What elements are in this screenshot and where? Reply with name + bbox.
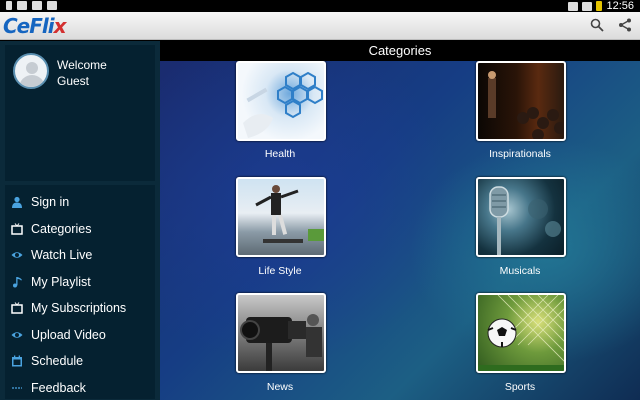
app-logo[interactable]: CeFlix	[3, 14, 67, 38]
music-note-icon	[11, 276, 23, 288]
usb-icon	[6, 1, 12, 10]
menu-item-my-subscriptions[interactable]: My Subscriptions	[5, 295, 155, 322]
menu-label: My Subscriptions	[31, 301, 127, 316]
eye-icon	[11, 249, 23, 261]
eye-icon	[11, 329, 23, 341]
app-bar: CeFlix	[0, 12, 640, 40]
status-system: 12:56	[568, 0, 634, 12]
category-tile-inspirationals[interactable]	[476, 61, 566, 141]
shield-icon	[17, 1, 27, 10]
calendar-icon	[11, 355, 23, 367]
categories-content: Categories Health Inspirationals Life St…	[160, 41, 640, 400]
menu-item-my-playlist[interactable]: My Playlist	[5, 269, 155, 296]
status-bar: 12:56	[0, 0, 640, 12]
status-time: 12:56	[606, 0, 634, 12]
page-title: Categories	[160, 41, 640, 61]
menu-label: My Playlist	[31, 274, 91, 289]
search-icon[interactable]	[590, 18, 604, 32]
category-label: Health	[264, 148, 296, 160]
menu-label: Categories	[31, 221, 92, 236]
menu-item-sign-in[interactable]: Sign in	[5, 189, 155, 216]
navigation-drawer: Welcome Guest Sign in Categories Watch L…	[0, 41, 160, 400]
drawer-menu: Sign in Categories Watch Live My Playlis…	[5, 185, 155, 399]
welcome-line: Welcome	[57, 58, 107, 72]
category-label: Musicals	[499, 265, 541, 277]
menu-label: Schedule	[31, 354, 84, 369]
category-tile-life-style[interactable]	[236, 177, 326, 257]
menu-item-watch-live[interactable]: Watch Live	[5, 242, 155, 269]
welcome-text: Welcome Guest	[57, 57, 107, 89]
tv-icon	[11, 222, 23, 235]
category-tile-health[interactable]	[236, 61, 326, 141]
menu-label: Sign in	[31, 195, 70, 210]
share-icon[interactable]	[618, 18, 632, 32]
category-tile-news[interactable]	[236, 293, 326, 373]
logo-prefix: CeFli	[3, 14, 55, 38]
category-label: News	[266, 381, 294, 393]
status-notifications	[6, 1, 57, 10]
avatar-icon	[13, 53, 49, 89]
person-icon	[11, 196, 23, 209]
category-label: Inspirationals	[489, 148, 551, 160]
mail-icon	[32, 1, 42, 10]
logo-accent: x	[53, 14, 67, 38]
menu-label: Feedback	[31, 380, 86, 395]
dash-icon	[11, 382, 23, 394]
checkbox-icon	[47, 1, 57, 10]
tv-icon	[11, 302, 23, 314]
wifi-icon	[568, 1, 579, 11]
category-label: Sports	[504, 381, 536, 393]
menu-label: Watch Live	[31, 248, 93, 263]
menu-item-feedback[interactable]: Feedback	[5, 375, 155, 400]
category-tile-sports[interactable]	[476, 293, 566, 373]
menu-item-upload-video[interactable]: Upload Video	[5, 322, 155, 349]
category-label: Life Style	[258, 265, 302, 277]
category-tile-musicals[interactable]	[476, 177, 566, 257]
menu-item-categories[interactable]: Categories	[5, 216, 155, 243]
signal-icon	[582, 1, 593, 11]
user-profile-panel[interactable]: Welcome Guest	[5, 45, 155, 181]
menu-item-schedule[interactable]: Schedule	[5, 348, 155, 375]
menu-label: Upload Video	[31, 327, 106, 342]
battery-icon	[596, 1, 603, 11]
guest-name: Guest	[57, 74, 90, 88]
